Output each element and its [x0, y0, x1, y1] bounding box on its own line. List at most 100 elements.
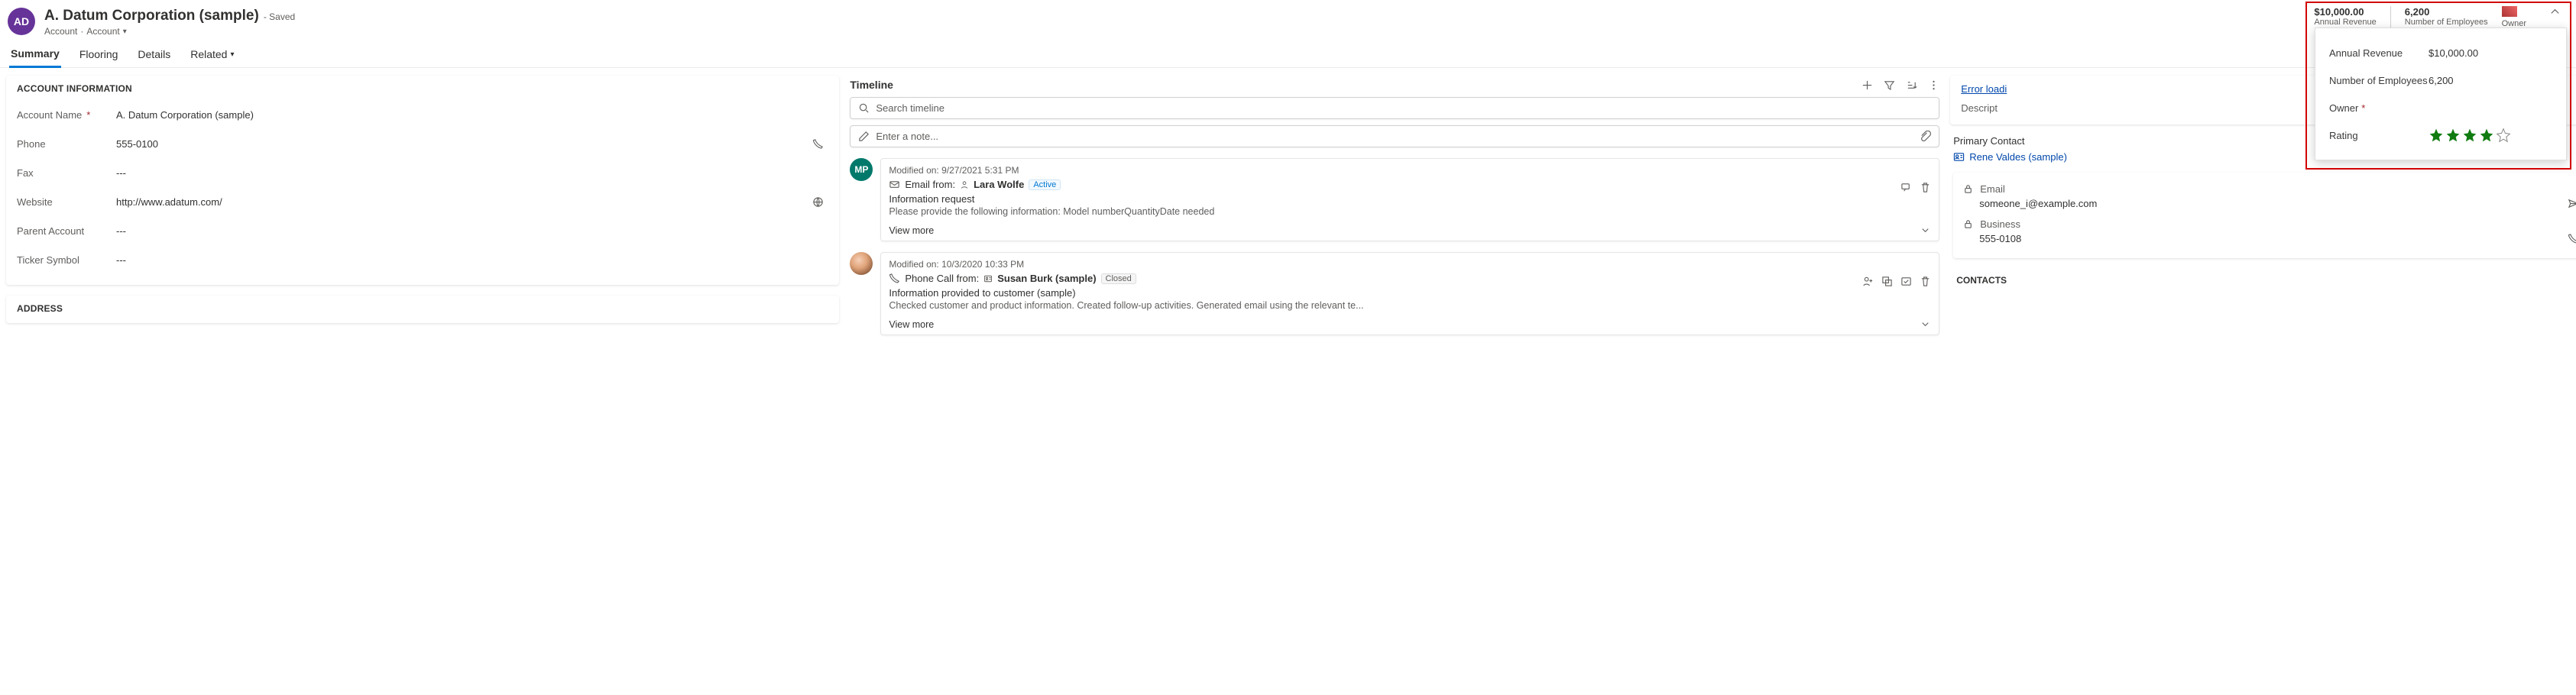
- activity-avatar: MP: [850, 158, 873, 181]
- field-phone[interactable]: Phone 555-0100: [17, 129, 828, 158]
- activity-modified: Modified on: 9/27/2021 5:31 PM: [889, 165, 1931, 176]
- flyout-owner-label: Owner*: [2329, 102, 2429, 114]
- tab-flooring[interactable]: Flooring: [78, 41, 120, 67]
- field-label: Fax: [17, 167, 116, 179]
- timeline-search[interactable]: Search timeline: [850, 97, 1939, 119]
- email-label: Email: [1980, 183, 2005, 195]
- contacts-subgrid-title: CONTACTS: [1956, 275, 2007, 286]
- business-phone-value[interactable]: 555-0108: [1979, 233, 2021, 244]
- collapse-header-button[interactable]: [2549, 6, 2561, 18]
- header-metrics: $10,000.00 Annual Revenue 6,200 Number o…: [2314, 6, 2561, 28]
- timeline-note-input[interactable]: Enter a note...: [850, 125, 1939, 147]
- phone-icon[interactable]: [807, 138, 828, 150]
- lock-icon: [1962, 183, 1974, 195]
- activity-from: Lara Wolfe: [974, 179, 1024, 190]
- status-badge: Closed: [1101, 273, 1136, 284]
- chevron-down-icon[interactable]: [1920, 318, 1931, 330]
- contact-card-icon: [983, 274, 993, 283]
- contact-card-icon: [1953, 151, 1965, 163]
- activity-card[interactable]: Modified on: 10/3/2020 10:33 PM Phone Ca…: [880, 252, 1939, 335]
- flyout-employees-value[interactable]: 6,200: [2429, 75, 2552, 86]
- chevron-down-icon[interactable]: ▾: [123, 27, 127, 36]
- timeline-section: Timeline Search timeline Enter: [850, 76, 1939, 335]
- field-label: Account Name: [17, 109, 82, 121]
- metric-label: Annual Revenue: [2314, 18, 2376, 27]
- view-more-link[interactable]: View more: [889, 225, 934, 236]
- account-info-card: ACCOUNT INFORMATION Account Name * A. Da…: [6, 76, 839, 285]
- timeline-title: Timeline: [850, 79, 893, 91]
- person-icon: [960, 180, 969, 189]
- field-fax[interactable]: Fax ---: [17, 158, 828, 187]
- field-ticker[interactable]: Ticker Symbol ---: [17, 245, 828, 274]
- flyout-revenue-label: Annual Revenue: [2329, 47, 2429, 59]
- field-value: ---: [116, 254, 807, 266]
- status-badge: Active: [1029, 179, 1061, 190]
- tab-related[interactable]: Related▾: [189, 41, 235, 67]
- delete-icon[interactable]: [1920, 276, 1931, 287]
- reply-icon[interactable]: [1900, 182, 1912, 193]
- field-value: ---: [116, 225, 807, 237]
- flyout-revenue-value[interactable]: $10,000.00: [2429, 47, 2552, 59]
- filter-icon[interactable]: [1884, 79, 1895, 91]
- assign-icon[interactable]: [1862, 276, 1874, 287]
- email-value[interactable]: someone_i@example.com: [1979, 198, 2097, 209]
- chevron-down-icon: ▾: [230, 50, 234, 59]
- form-tabs: Summary Flooring Details Related▾: [0, 41, 2576, 68]
- pencil-icon: [858, 131, 870, 142]
- globe-icon[interactable]: [807, 196, 828, 208]
- search-icon: [858, 102, 870, 114]
- tab-details[interactable]: Details: [136, 41, 172, 67]
- field-parent-account[interactable]: Parent Account ---: [17, 216, 828, 245]
- field-label: Ticker Symbol: [17, 254, 116, 266]
- phone-icon: [889, 273, 900, 284]
- attachment-icon[interactable]: [1920, 131, 1931, 142]
- activity-body: Checked customer and product information…: [889, 300, 1931, 311]
- note-placeholder: Enter a note...: [876, 131, 938, 142]
- error-loading-link[interactable]: Error loadi: [1961, 83, 2007, 95]
- field-value: 555-0100: [116, 138, 807, 150]
- rating-stars[interactable]: [2429, 128, 2552, 143]
- activity-avatar: [850, 252, 873, 275]
- field-value: ---: [116, 167, 807, 179]
- metric-value: $10,000.00: [2314, 6, 2376, 18]
- metric-annual-revenue[interactable]: $10,000.00 Annual Revenue: [2314, 6, 2376, 27]
- flyout-employees-label: Number of Employees: [2329, 75, 2429, 86]
- add-timeline-button[interactable]: [1862, 79, 1873, 91]
- metric-employees[interactable]: 6,200 Number of Employees: [2405, 6, 2488, 27]
- field-label: Website: [17, 196, 116, 208]
- saved-indicator: - Saved: [264, 11, 295, 22]
- phone-icon[interactable]: [2568, 233, 2576, 244]
- field-value: A. Datum Corporation (sample): [116, 109, 807, 121]
- close-activity-icon[interactable]: [1900, 276, 1912, 287]
- field-website[interactable]: Website http://www.adatum.com/: [17, 187, 828, 216]
- tab-summary[interactable]: Summary: [9, 41, 61, 68]
- chevron-down-icon[interactable]: [1920, 225, 1931, 236]
- activity-card[interactable]: Modified on: 9/27/2021 5:31 PM Email fro…: [880, 158, 1939, 241]
- contact-details-card: Email someone_i@example.com Business 555…: [1953, 173, 2576, 258]
- view-more-link[interactable]: View more: [889, 319, 934, 330]
- activity-from: Susan Burk (sample): [997, 273, 1096, 284]
- divider: [2390, 6, 2391, 27]
- more-icon[interactable]: [1928, 79, 1939, 91]
- section-title: ADDRESS: [17, 303, 828, 314]
- owner-swatch-icon: [2502, 6, 2517, 17]
- delete-icon[interactable]: [1920, 182, 1931, 193]
- open-record-icon[interactable]: [1881, 276, 1893, 287]
- record-avatar: AD: [8, 8, 35, 35]
- primary-contact-link[interactable]: Rene Valdes (sample): [1953, 151, 2067, 163]
- field-value: http://www.adatum.com/: [116, 196, 807, 208]
- form-selector[interactable]: Account: [86, 26, 119, 37]
- address-card: ADDRESS: [6, 296, 839, 323]
- field-label: Parent Account: [17, 225, 116, 237]
- metric-owner[interactable]: Owner: [2502, 6, 2526, 28]
- flyout-rating-label: Rating: [2329, 130, 2429, 141]
- activity-body: Please provide the following information…: [889, 206, 1931, 217]
- field-account-name[interactable]: Account Name * A. Datum Corporation (sam…: [17, 100, 828, 129]
- section-title: ACCOUNT INFORMATION: [17, 83, 828, 94]
- email-icon: [889, 179, 900, 190]
- metric-value: 6,200: [2405, 6, 2488, 18]
- activity-modified: Modified on: 10/3/2020 10:33 PM: [889, 259, 1931, 270]
- send-email-icon[interactable]: [2568, 198, 2576, 209]
- sort-icon[interactable]: [1906, 79, 1917, 91]
- record-title: A. Datum Corporation (sample): [44, 8, 259, 24]
